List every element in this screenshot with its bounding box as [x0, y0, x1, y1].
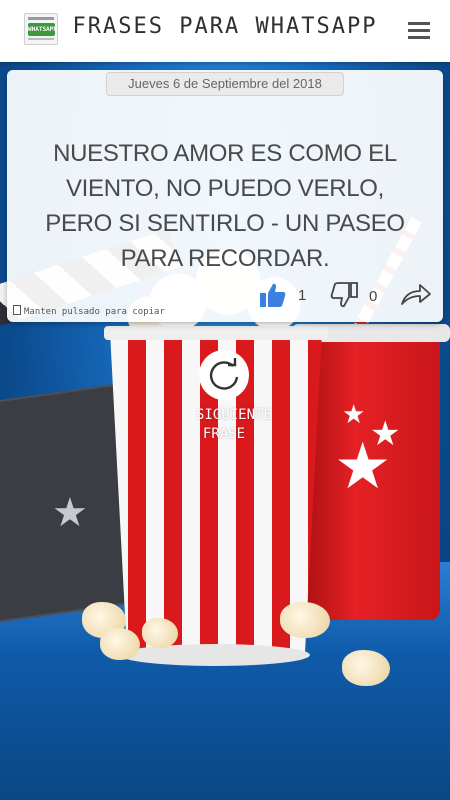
phrase-card[interactable]: Jueves 6 de Septiembre del 2018 NUESTRO …: [7, 70, 443, 322]
refresh-icon[interactable]: [199, 350, 249, 400]
thumbs-down-icon[interactable]: [330, 282, 358, 308]
copy-icon: [13, 305, 21, 315]
copy-hint: Manten pulsado para copiar: [13, 305, 165, 317]
app-header: WHATSAPP Frases para Whatsapp: [0, 0, 450, 62]
next-phrase-label[interactable]: SIGUIENTE FRASE: [196, 406, 272, 444]
next-phrase-button[interactable]: SIGUIENTE FRASE: [196, 350, 272, 450]
app-title: Frases para Whatsapp: [72, 14, 378, 39]
popcorn-kernel-image: [100, 628, 140, 660]
copy-hint-text: Manten pulsado para copiar: [24, 307, 165, 317]
phrase-text[interactable]: NUESTRO AMOR ES COMO EL VIENTO, NO PUEDO…: [33, 136, 417, 276]
hamburger-menu-icon[interactable]: [408, 22, 430, 40]
popcorn-kernel-image: [342, 650, 390, 686]
share-arrow-icon[interactable]: [400, 282, 432, 306]
soda-cup-image: ★ ★ ★: [300, 330, 440, 620]
date-badge: Jueves 6 de Septiembre del 2018: [106, 72, 344, 96]
clapper-star-icon: ★: [52, 490, 88, 536]
like-count: 1: [298, 287, 307, 304]
dislike-count: 0: [369, 288, 378, 305]
popcorn-kernel-image: [280, 602, 330, 638]
popcorn-rim-image: [104, 326, 328, 340]
popcorn-kernel-image: [142, 618, 178, 648]
popcorn-base-image: [120, 644, 310, 666]
thumbs-up-icon[interactable]: [259, 282, 287, 308]
